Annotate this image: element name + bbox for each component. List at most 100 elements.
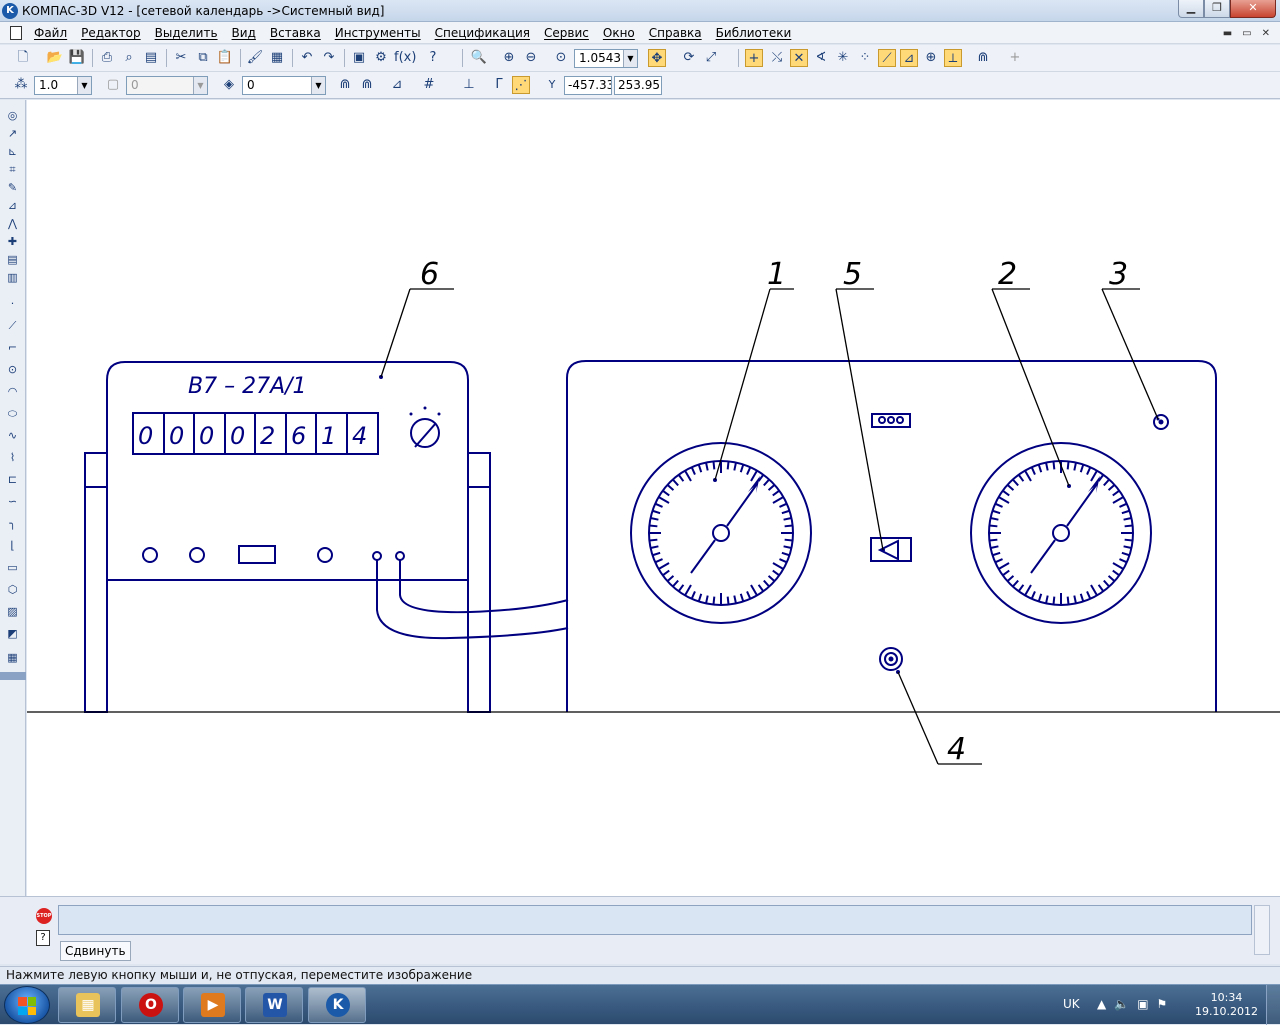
clock[interactable]: 10:34 19.10.2012 [1195, 991, 1258, 1019]
save-icon[interactable]: 💾 [68, 49, 86, 67]
snap-nearest-point-icon[interactable]: + [745, 49, 763, 67]
line-icon[interactable]: ⟋ [4, 318, 21, 334]
menu-insert[interactable]: Вставка [270, 26, 321, 40]
collection-icon[interactable]: ▦ [4, 650, 21, 666]
taskbar-word[interactable]: W [245, 987, 303, 1023]
show-all-icon[interactable]: ⤢ [702, 49, 720, 67]
help-icon[interactable]: ? [36, 930, 50, 946]
new-document-icon[interactable]: 🗋 [14, 49, 32, 67]
magnet-local-icon[interactable]: ⋒ [336, 76, 354, 94]
restore-button[interactable]: ❐ [1204, 0, 1230, 18]
pan-icon[interactable]: ✥ [648, 49, 666, 67]
hatch-icon[interactable]: ▨ [4, 604, 21, 620]
tab-pan[interactable]: Сдвинуть [60, 941, 131, 961]
chevron-down-icon[interactable]: ▼ [77, 77, 91, 94]
editing-icon[interactable]: ⌗ [4, 162, 21, 178]
snap-grid-icon[interactable]: ⁘ [856, 49, 874, 67]
cut-icon[interactable]: ✂ [172, 49, 190, 67]
snap-intersection-icon[interactable]: ✕ [790, 49, 808, 67]
preview-icon[interactable]: ▤ [142, 49, 160, 67]
coord-y-field[interactable]: 253.95 [614, 76, 662, 95]
step-icon[interactable]: ⁂ [12, 76, 30, 94]
snap-align-icon[interactable]: ⊿ [900, 49, 918, 67]
fillet-icon[interactable]: ╮ [4, 516, 21, 532]
spec-icon[interactable]: ▤ [4, 252, 21, 268]
snap-point-icon[interactable]: ✳ [834, 49, 852, 67]
undo-icon[interactable]: ↶ [298, 49, 316, 67]
start-button[interactable] [4, 986, 50, 1024]
local-cs-icon[interactable]: ⊥ [460, 76, 478, 94]
action-center-flag-icon[interactable]: ⚑ [1157, 997, 1168, 1011]
properties-icon[interactable]: ▦ [268, 49, 286, 67]
extra-tools-icon[interactable]: + [1006, 49, 1024, 67]
help-pointer-icon[interactable]: ? [424, 49, 442, 67]
kompas-logo-icon[interactable]: K [2, 3, 18, 19]
refresh-icon[interactable]: ⟳ [680, 49, 698, 67]
taskbar-kompas[interactable]: K [308, 987, 366, 1023]
menu-file[interactable]: Файл [34, 26, 67, 40]
toolbar-scroll-handle[interactable] [0, 672, 26, 680]
magnet-icon[interactable]: ⋒ [974, 49, 992, 67]
drawing-canvas[interactable]: В7 – 27А/1 0 0 0 0 2 6 1 4 6 1 5 2 3 4 [27, 100, 1280, 896]
polyline-icon[interactable]: ⌇ [4, 450, 21, 466]
zoom-combo[interactable]: 1.0543 ▼ [574, 49, 638, 68]
orthogonal-icon[interactable]: ⊿ [388, 76, 406, 94]
snap-center-icon[interactable]: ⊕ [922, 49, 940, 67]
ortho-mode-icon[interactable]: Γ [490, 76, 508, 94]
polygon-icon[interactable]: ⬡ [4, 582, 21, 598]
snap-angle-icon[interactable]: ∢ [812, 49, 830, 67]
round-mode-icon[interactable]: ⋰ [512, 76, 530, 94]
segment-icon[interactable]: ⌐ [4, 340, 21, 356]
minimize-button[interactable]: ▁ [1178, 0, 1204, 18]
show-hidden-icons-icon[interactable]: ▲ [1097, 997, 1106, 1011]
magnet-global-icon[interactable]: ⋒ [358, 76, 376, 94]
report-icon[interactable]: ▥ [4, 270, 21, 286]
snap-normal-icon[interactable]: ⟂ [944, 49, 962, 67]
fx-button[interactable]: f(x) [394, 49, 416, 67]
select-icon[interactable]: ⋀ [4, 216, 21, 232]
taskbar-opera[interactable]: O [121, 987, 179, 1023]
volume-icon[interactable]: 🔈 [1114, 997, 1129, 1011]
curve-icon[interactable]: ∽ [4, 494, 21, 510]
chevron-down-icon[interactable]: ▼ [311, 77, 325, 94]
snap-tangent-icon[interactable]: ⤯ [768, 49, 786, 67]
menu-window[interactable]: Окно [603, 26, 635, 40]
print-icon[interactable]: ⎙ [98, 49, 116, 67]
ellipse-icon[interactable]: ⬭ [4, 406, 21, 422]
network-icon[interactable]: ▣ [1137, 997, 1148, 1011]
menu-tools[interactable]: Инструменты [335, 26, 421, 40]
step-combo[interactable]: 1.0 ▼ [34, 76, 92, 95]
menu-specification[interactable]: Спецификация [435, 26, 530, 40]
mdi-minimize-button[interactable]: ▬ [1223, 28, 1232, 39]
manager-icon[interactable]: ▣ [350, 49, 368, 67]
paste-icon[interactable]: 📋 [216, 49, 234, 67]
fill-icon[interactable]: ◩ [4, 626, 21, 642]
language-indicator[interactable]: UK [1063, 997, 1080, 1011]
contour-icon[interactable]: ⊏ [4, 472, 21, 488]
print-preview-icon[interactable]: ⌕ [120, 49, 138, 67]
stop-icon[interactable]: STOP [36, 908, 52, 924]
point-icon[interactable]: · [4, 296, 21, 312]
taskbar-explorer[interactable]: ▦ [58, 987, 116, 1023]
show-desktop-button[interactable] [1266, 985, 1280, 1025]
style-combo[interactable]: 0 ▼ [242, 76, 326, 95]
chevron-down-icon[interactable]: ▼ [193, 77, 207, 94]
circle-icon[interactable]: ⊙ [4, 362, 21, 378]
spline-icon[interactable]: ∿ [4, 428, 21, 444]
zoom-scale-icon[interactable]: ⊙ [552, 49, 570, 67]
menu-select[interactable]: Выделить [155, 26, 218, 40]
document-icon[interactable] [10, 26, 22, 40]
menu-editor[interactable]: Редактор [81, 26, 140, 40]
command-input[interactable] [58, 905, 1252, 935]
menu-help[interactable]: Справка [649, 26, 702, 40]
chevron-down-icon[interactable]: ▼ [623, 50, 637, 67]
chamfer-icon[interactable]: ⌊ [4, 538, 21, 554]
arc-icon[interactable]: ◠ [4, 384, 21, 400]
snap-middle-icon[interactable]: ⟋ [878, 49, 896, 67]
grid-icon[interactable]: # [420, 76, 438, 94]
menu-view[interactable]: Вид [232, 26, 256, 40]
menu-libraries[interactable]: Библиотеки [716, 26, 792, 40]
rectangle-icon[interactable]: ▭ [4, 560, 21, 576]
associative-view-icon[interactable]: ✚ [4, 234, 21, 250]
zoom-out-icon[interactable]: ⊖ [522, 49, 540, 67]
